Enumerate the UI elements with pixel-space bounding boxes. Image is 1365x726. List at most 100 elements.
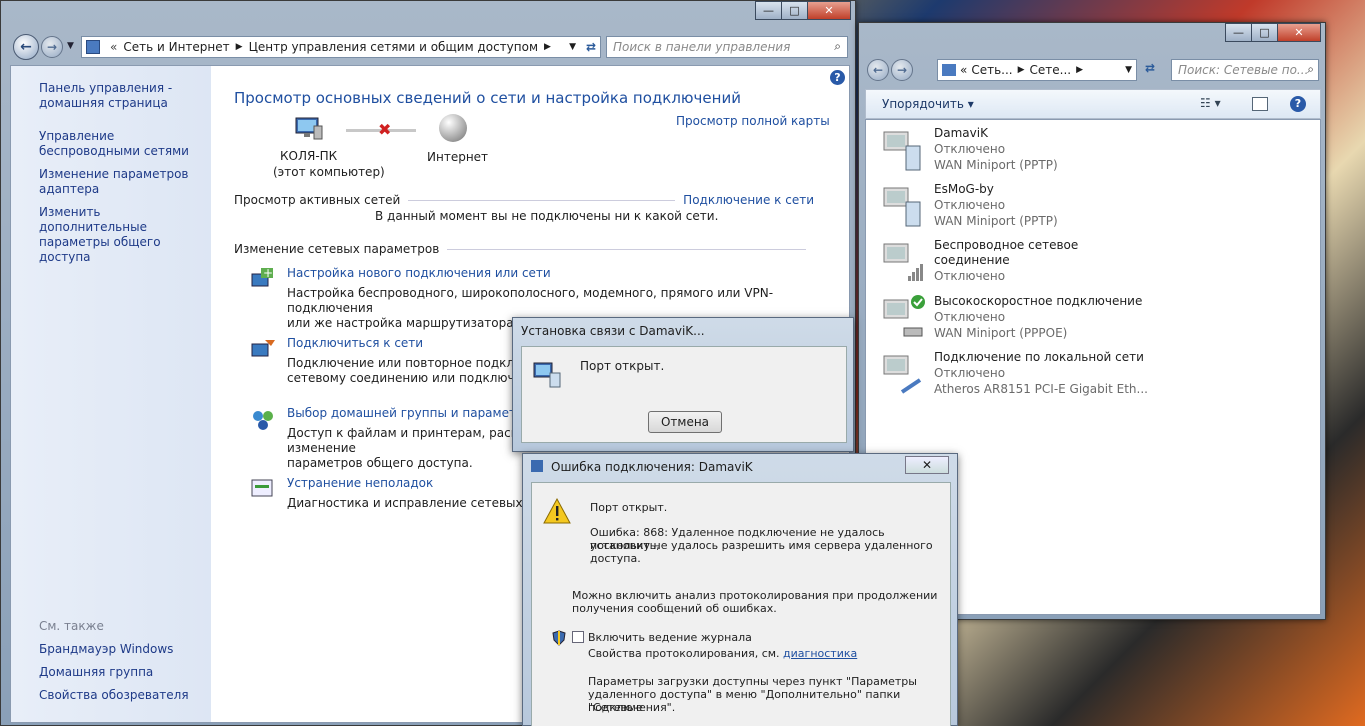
- close-button[interactable]: ✕: [1277, 23, 1321, 42]
- preview-pane-icon[interactable]: [1252, 97, 1268, 111]
- main-window-controls: — □ ✕: [755, 1, 851, 20]
- internet-label: Интернет: [427, 150, 489, 164]
- task-new-connection-link[interactable]: Настройка нового подключения или сети: [287, 266, 855, 280]
- view-options-icon[interactable]: ☷ ▾: [1200, 96, 1221, 110]
- breadcrumb-connections[interactable]: Сете...: [1030, 63, 1072, 77]
- search-input[interactable]: Поиск: Сетевые по... ⌕: [1171, 59, 1319, 81]
- active-networks-heading: Просмотр активных сетей: [234, 193, 401, 207]
- connection-name: Беспроводное сетевое: [934, 238, 1079, 252]
- pc-sub: (этот компьютер): [273, 165, 385, 179]
- help-icon[interactable]: ?: [1290, 96, 1306, 112]
- net-toolbar: Упорядочить ▾ ☷ ▾ ?: [865, 89, 1321, 119]
- log-properties-text: Свойства протоколирования, см.: [588, 647, 780, 660]
- connect-network-icon: [249, 336, 277, 364]
- dialog-title: Ошибка подключения: DamaviK: [551, 460, 753, 474]
- sidebar-item-firewall[interactable]: Брандмауэр Windows: [39, 642, 173, 657]
- error-text-2: поскольку не удалось разрешить имя серве…: [590, 539, 933, 552]
- address-dropdown-icon[interactable]: ▼: [1125, 65, 1132, 75]
- not-connected-text: В данный момент вы не подключены ни к ка…: [375, 209, 719, 223]
- search-input[interactable]: Поиск в панели управления ⌕: [606, 36, 848, 58]
- troubleshoot-icon: [249, 476, 277, 504]
- forward-icon[interactable]: →: [41, 36, 63, 58]
- connect-to-network-link[interactable]: Подключение к сети: [683, 193, 814, 207]
- search-placeholder: Поиск: Сетевые по...: [1178, 63, 1309, 77]
- folder-icon: [942, 64, 956, 76]
- connection-item-pppoe[interactable]: Высокоскоростное подключение Отключено WAN…: [880, 294, 1142, 341]
- address-bar[interactable]: « Сеть и Интернет ▶ Центр управления сет…: [81, 36, 601, 58]
- connection-device: WAN Miniport (PPPOE): [934, 326, 1068, 340]
- address-bar[interactable]: « Сеть... ▶ Сете... ▶ ▼: [937, 59, 1137, 81]
- full-map-link[interactable]: Просмотр полной карты: [676, 114, 830, 128]
- refresh-icon[interactable]: ⇄: [1145, 61, 1155, 75]
- history-dropdown-icon[interactable]: ▼: [67, 41, 74, 51]
- maximize-button[interactable]: □: [781, 1, 808, 20]
- wireless-connection-icon: [880, 238, 926, 284]
- minimize-button[interactable]: —: [755, 1, 782, 20]
- dialog-body: Порт открыт. Ошибка: 868: Удаленное подк…: [531, 482, 951, 726]
- enable-logging-checkbox[interactable]: [572, 631, 584, 643]
- search-icon[interactable]: ⌕: [834, 39, 841, 54]
- sidebar-item-homegroup[interactable]: Домашняя группа: [39, 665, 153, 680]
- connection-item-esmog[interactable]: EsMoG-by Отключено WAN Miniport (PPTP): [880, 182, 1058, 229]
- diagnostics-link[interactable]: диагностика: [783, 647, 857, 660]
- connection-item-wireless[interactable]: Беспроводное сетевое соединение Отключено: [880, 238, 1078, 284]
- help-icon[interactable]: ?: [830, 70, 845, 85]
- see-also-heading: См. также: [39, 619, 104, 633]
- enable-logging-label[interactable]: Включить ведение журнала: [588, 631, 752, 644]
- svg-text:+: +: [263, 266, 273, 280]
- warning-icon: [542, 497, 572, 528]
- dialog-app-icon: [531, 460, 543, 472]
- dialog-body: Порт открыт. Отмена: [521, 346, 847, 443]
- control-panel-icon: [86, 40, 100, 54]
- close-button[interactable]: ✕: [807, 1, 851, 20]
- vpn-connection-icon: [880, 126, 926, 172]
- sidebar-item-adapter[interactable]: Изменение параметров адаптера: [39, 167, 189, 197]
- connection-status: Отключено: [934, 142, 1006, 156]
- pc-name: КОЛЯ-ПК: [280, 149, 338, 163]
- connection-name: Подключение по локальной сети: [934, 350, 1144, 364]
- homegroup-icon: [249, 406, 277, 434]
- internet-globe-icon: [439, 114, 467, 142]
- connection-item-lan[interactable]: Подключение по локальной сети Отключено At…: [880, 350, 1148, 397]
- back-icon[interactable]: ←: [867, 59, 889, 81]
- log-text-1: Можно включить анализ протоколирования п…: [572, 589, 938, 602]
- sidebar-item-sharing[interactable]: Изменить дополнительные параметры общего…: [39, 205, 204, 265]
- minimize-button[interactable]: —: [1225, 23, 1252, 42]
- uac-shield-icon: [552, 630, 566, 649]
- search-icon[interactable]: ⌕: [1307, 62, 1314, 77]
- organize-label: Упорядочить: [882, 97, 964, 111]
- address-dropdown-icon[interactable]: ▼: [569, 42, 576, 52]
- sidebar-item-ie-options[interactable]: Свойства обозревателя: [39, 688, 189, 703]
- connection-item-damavik[interactable]: DamaviK Отключено WAN Miniport (PPTP): [880, 126, 1058, 173]
- error-dialog: Ошибка подключения: DamaviK ✕ Порт откры…: [522, 453, 958, 726]
- refresh-icon[interactable]: ⇄: [586, 40, 596, 54]
- connection-status: Отключено: [934, 198, 1006, 212]
- active-networks-row: Просмотр активных сетей Подключение к се…: [234, 193, 814, 207]
- connection-name: EsMoG-by: [934, 182, 994, 196]
- connecting-dialog: Установка связи с DamaviK... Порт открыт…: [512, 317, 854, 452]
- new-connection-icon: +: [249, 266, 277, 294]
- organize-menu[interactable]: Упорядочить ▾: [882, 97, 974, 111]
- page-title: Просмотр основных сведений о сети и наст…: [234, 89, 741, 107]
- sidebar-home-link[interactable]: Панель управления - домашняя страница: [39, 81, 179, 111]
- connection-device: WAN Miniport (PPTP): [934, 158, 1058, 172]
- connection-name: DamaviK: [934, 126, 988, 140]
- computer-icon: [294, 116, 324, 140]
- cancel-button[interactable]: Отмена: [648, 411, 722, 433]
- error-text-3: доступа.: [590, 552, 641, 565]
- sidebar-item-wireless[interactable]: Управление беспроводными сетями: [39, 129, 209, 159]
- maximize-button[interactable]: □: [1251, 23, 1278, 42]
- back-icon[interactable]: ←: [13, 34, 39, 60]
- breadcrumb-center[interactable]: Центр управления сетями и общим доступом: [249, 40, 538, 54]
- connection-status: Отключено: [934, 366, 1006, 380]
- broadband-connection-icon: [880, 294, 926, 340]
- disconnected-x-icon: ✖: [378, 120, 392, 139]
- forward-icon[interactable]: →: [891, 59, 913, 81]
- breadcrumb-network[interactable]: Сеть и Интернет: [123, 40, 229, 54]
- breadcrumb-network[interactable]: Сеть...: [971, 63, 1012, 77]
- connection-status: Отключено: [934, 310, 1006, 324]
- lan-connection-icon: [880, 350, 926, 396]
- dialog-close-button[interactable]: ✕: [905, 456, 949, 474]
- dialog-message: Порт открыт.: [580, 359, 665, 373]
- connection-status: Отключено: [934, 269, 1006, 283]
